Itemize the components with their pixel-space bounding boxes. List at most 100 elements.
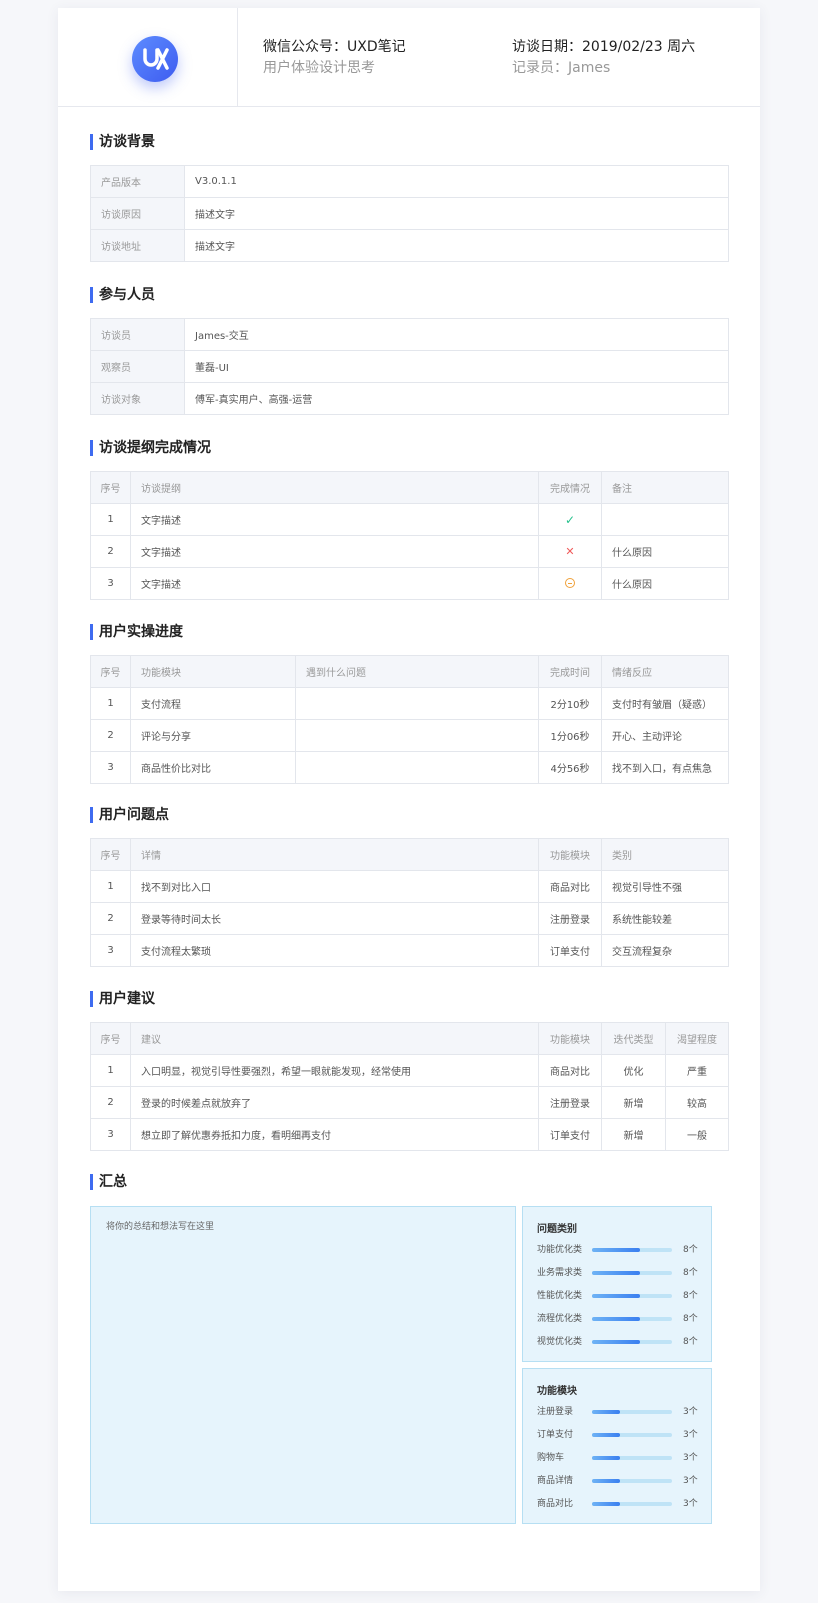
suggestion-text: 登录的时候差点就放弃了 xyxy=(130,1086,539,1119)
issue-category: 系统性能较差 xyxy=(601,902,729,935)
issue-types-title: 问题类别 xyxy=(537,1224,577,1235)
col-header: 功能模块 xyxy=(538,838,602,871)
table-row: 访谈地址 描述文字 xyxy=(90,229,729,262)
report-header: 微信公众号：UXD笔记 用户体验设计思考 访谈日期：2019/02/23 周六 … xyxy=(58,8,760,107)
progress-problem xyxy=(295,719,539,752)
row-key: 访谈员 xyxy=(90,318,185,351)
suggestion-text: 入口明显，视觉引导性要强烈，希望一眼就能发现，经常使用 xyxy=(130,1054,539,1087)
ux-logo-icon xyxy=(132,36,178,82)
stat-bar-fill xyxy=(592,1294,640,1298)
summary-placeholder: 将你的总结和想法写在这里 xyxy=(106,1222,215,1232)
section-title-summary: 汇总 xyxy=(90,1174,127,1190)
stat-label: 业务需求类 xyxy=(537,1268,583,1278)
outline-table: 序号 访谈提纲 完成情况 备注 1 文字描述 ✓ 2 文字描述 ✕ 什么原因 3… xyxy=(90,471,729,600)
suggestion-module: 注册登录 xyxy=(538,1086,602,1119)
issue-detail: 登录等待时间太长 xyxy=(130,902,539,935)
participants-table: 访谈员 James-交互 观察员 董磊-UI 访谈对象 傅军-真实用户、高强-运… xyxy=(90,318,729,415)
stat-bar-fill xyxy=(592,1410,620,1414)
row-number: 3 xyxy=(90,1118,131,1151)
interview-date: 访谈日期：2019/02/23 周六 xyxy=(512,39,696,55)
suggestion-level: 严重 xyxy=(665,1054,729,1087)
stat-label: 功能优化类 xyxy=(537,1245,583,1255)
section-title-outline: 访谈提纲完成情况 xyxy=(90,440,211,456)
suggestion-level: 一般 xyxy=(665,1118,729,1151)
table-header-row: 序号 建议 功能模块 迭代类型 渴望程度 xyxy=(90,1022,729,1055)
issue-module: 商品对比 xyxy=(538,870,602,903)
issue-module: 订单支付 xyxy=(538,934,602,967)
stat-row: 业务需求类 8个 xyxy=(537,1267,707,1279)
section-title-issues: 用户问题点 xyxy=(90,807,169,823)
logo-area xyxy=(58,8,238,107)
stat-label: 订单支付 xyxy=(537,1430,574,1440)
row-key: 观察员 xyxy=(90,350,185,383)
section-title-participants: 参与人员 xyxy=(90,287,155,303)
stat-bar-fill xyxy=(592,1317,640,1321)
col-header: 渴望程度 xyxy=(665,1022,729,1055)
stat-bar xyxy=(592,1479,672,1483)
stat-count: 8个 xyxy=(683,1337,698,1347)
table-row: 1 文字描述 ✓ xyxy=(90,503,729,536)
section-title-suggestions: 用户建议 xyxy=(90,991,155,1007)
suggestion-type: 优化 xyxy=(601,1054,666,1087)
stat-count: 3个 xyxy=(683,1499,698,1509)
progress-module: 评论与分享 xyxy=(130,719,296,752)
stat-row: 性能优化类 8个 xyxy=(537,1290,707,1302)
stat-count: 3个 xyxy=(683,1407,698,1417)
progress-table: 序号 功能模块 遇到什么问题 完成时间 情绪反应 1 支付流程 2分10秒 支付… xyxy=(90,655,729,784)
stat-row: 订单支付 3个 xyxy=(537,1429,707,1441)
table-header-row: 序号 功能模块 遇到什么问题 完成时间 情绪反应 xyxy=(90,655,729,688)
stat-bar-fill xyxy=(592,1502,620,1506)
stat-bar xyxy=(592,1248,672,1252)
stat-bar-fill xyxy=(592,1248,640,1252)
report-page: 微信公众号：UXD笔记 用户体验设计思考 访谈日期：2019/02/23 周六 … xyxy=(58,8,760,1591)
progress-module: 支付流程 xyxy=(130,687,296,720)
suggestion-level: 较高 xyxy=(665,1086,729,1119)
col-header: 序号 xyxy=(90,655,131,688)
progress-time: 4分56秒 xyxy=(538,751,602,784)
col-header: 类别 xyxy=(601,838,729,871)
table-row: 产品版本 V3.0.1.1 xyxy=(90,165,729,198)
account-subtitle: 用户体验设计思考 xyxy=(263,60,375,76)
stat-row: 流程优化类 8个 xyxy=(537,1313,707,1325)
summary-notes-area[interactable]: 将你的总结和想法写在这里 xyxy=(90,1206,516,1524)
modules-title: 功能模块 xyxy=(537,1386,577,1397)
progress-problem xyxy=(295,687,539,720)
table-row: 2 评论与分享 1分06秒 开心、主动评论 xyxy=(90,719,729,752)
table-header-row: 序号 详情 功能模块 类别 xyxy=(90,838,729,871)
progress-time: 2分10秒 xyxy=(538,687,602,720)
stat-bar xyxy=(592,1271,672,1275)
col-header: 详情 xyxy=(130,838,539,871)
row-number: 2 xyxy=(90,535,131,568)
modules-panel: 功能模块 注册登录 3个 订单支付 3个 购物车 3个 商品详情 3个 商品对比… xyxy=(522,1368,712,1524)
stat-label: 注册登录 xyxy=(537,1407,574,1417)
stat-bar xyxy=(592,1502,672,1506)
outline-item: 文字描述 xyxy=(130,567,539,600)
stat-bar-fill xyxy=(592,1433,620,1437)
table-row: 3 文字描述 什么原因 xyxy=(90,567,729,600)
row-number: 3 xyxy=(90,751,131,784)
recorder: 记录员：James xyxy=(512,60,611,76)
row-number: 1 xyxy=(90,503,131,536)
progress-emotion: 找不到入口，有点焦急 xyxy=(601,751,729,784)
outline-item: 文字描述 xyxy=(130,535,539,568)
stat-count: 8个 xyxy=(683,1314,698,1324)
issues-table: 序号 详情 功能模块 类别 1 找不到对比入口 商品对比 视觉引导性不强 2 登… xyxy=(90,838,729,967)
col-header: 序号 xyxy=(90,471,131,504)
stat-row: 视觉优化类 8个 xyxy=(537,1336,707,1348)
table-row: 3 支付流程太繁琐 订单支付 交互流程复杂 xyxy=(90,934,729,967)
row-number: 1 xyxy=(90,870,131,903)
table-row: 2 文字描述 ✕ 什么原因 xyxy=(90,535,729,568)
col-header: 序号 xyxy=(90,838,131,871)
stat-count: 8个 xyxy=(683,1268,698,1278)
row-value: 董磊-UI xyxy=(184,350,729,383)
stat-label: 商品详情 xyxy=(537,1476,574,1486)
stat-bar xyxy=(592,1456,672,1460)
row-value: V3.0.1.1 xyxy=(184,165,729,198)
issue-module: 注册登录 xyxy=(538,902,602,935)
outline-note: 什么原因 xyxy=(601,535,729,568)
stat-count: 3个 xyxy=(683,1476,698,1486)
stat-bar xyxy=(592,1410,672,1414)
table-row: 1 入口明显，视觉引导性要强烈，希望一眼就能发现，经常使用 商品对比 优化 严重 xyxy=(90,1054,729,1087)
issue-category: 交互流程复杂 xyxy=(601,934,729,967)
table-row: 1 找不到对比入口 商品对比 视觉引导性不强 xyxy=(90,870,729,903)
